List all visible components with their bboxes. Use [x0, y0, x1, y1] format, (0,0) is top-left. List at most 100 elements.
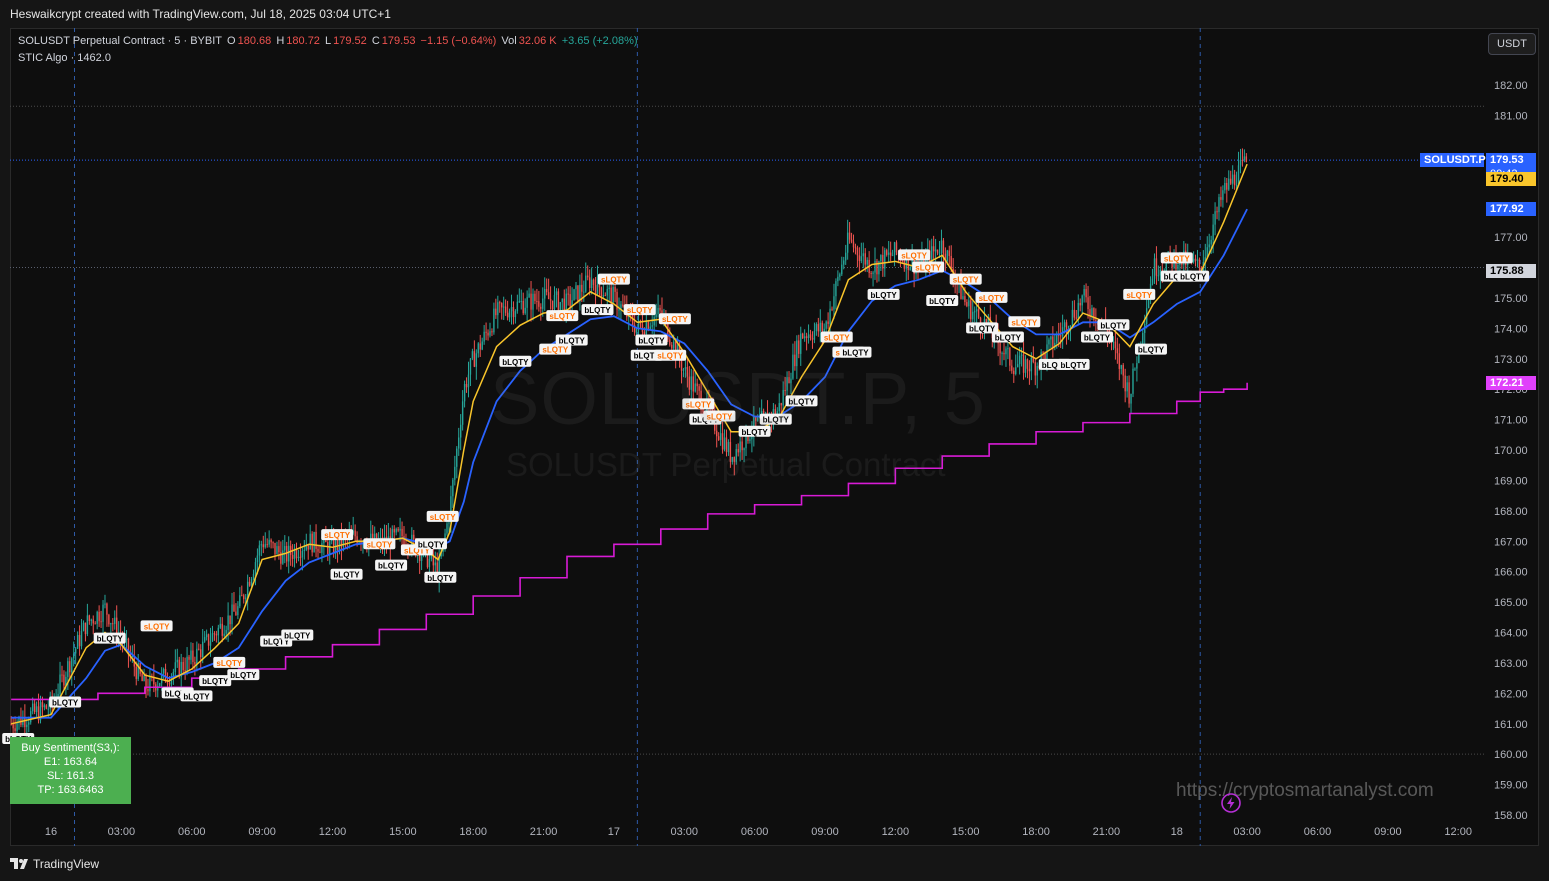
candle-body: [74, 648, 77, 654]
candle-body: [297, 556, 300, 559]
candle-body: [545, 288, 548, 293]
candle-body: [657, 307, 659, 315]
signal-label: sLQTY: [324, 531, 350, 540]
signal-label: sLQTY: [824, 333, 850, 342]
candle-body: [942, 240, 945, 254]
candle-body: [1030, 357, 1033, 372]
signal-label: bLQTY: [378, 562, 405, 571]
candle-body: [669, 339, 671, 345]
sell-signal: sLQTY: [363, 538, 396, 550]
candle-body: [289, 545, 292, 555]
candle-body: [1218, 197, 1220, 213]
x-tick-label: 21:00: [530, 826, 558, 838]
candle-body: [1134, 368, 1136, 370]
candle-body: [536, 301, 538, 303]
candle-body: [61, 674, 63, 676]
candle-body: [1020, 354, 1023, 356]
candle-body: [600, 287, 603, 297]
y-tick-label: 161.00: [1494, 719, 1528, 731]
candle-body: [837, 276, 839, 282]
y-tick-label: 173.00: [1494, 354, 1528, 366]
signal-label: bLQTY: [1138, 346, 1165, 355]
signal-label: bLQTY: [183, 692, 210, 701]
candle-body: [854, 247, 857, 249]
candle-body: [1157, 275, 1160, 277]
x-tick-label: 12:00: [1444, 826, 1472, 838]
candle-body: [798, 340, 800, 354]
signal-label: sLQTY: [144, 622, 170, 631]
candle-body: [622, 304, 624, 307]
candle-body: [233, 604, 235, 612]
lightning-icon[interactable]: [1219, 791, 1243, 815]
candle-body: [456, 448, 458, 467]
candle-body: [59, 674, 61, 694]
candle-body: [69, 661, 71, 673]
fast-ma-line: [11, 163, 1248, 725]
sell-signal: sLQTY: [658, 313, 691, 325]
sentiment-e1: E1: 163.64: [43, 756, 98, 768]
candle-body: [317, 548, 319, 552]
sentiment-tp: TP: 163.6463: [37, 784, 104, 796]
candle-body: [112, 623, 114, 625]
candle-body: [92, 619, 94, 624]
candle-body: [1011, 365, 1013, 371]
candle-body: [203, 637, 206, 642]
legend-symbol[interactable]: SOLUSDT Perpetual Contract · 5 · BYBIT: [18, 35, 222, 47]
candle-body: [264, 544, 266, 548]
candle-body: [1239, 159, 1242, 166]
sell-signal: sLQTY: [1123, 288, 1156, 300]
candle-body: [223, 633, 225, 636]
candle-body: [200, 649, 202, 658]
buy-signal: bLQTY: [414, 538, 447, 550]
candle-body: [1198, 259, 1201, 268]
candle-body: [309, 533, 311, 550]
candle-body: [618, 309, 620, 311]
candle-body: [141, 673, 143, 681]
buy-signal: bLQTY: [49, 696, 82, 708]
candle-body: [413, 534, 415, 540]
legend-low: 179.52: [333, 35, 367, 47]
y-tick-label: 164.00: [1494, 628, 1528, 640]
site-watermark: https://cryptosmartanalyst.com: [1176, 780, 1434, 801]
candle-body: [403, 536, 405, 545]
candle-body: [1085, 289, 1087, 298]
candle-body: [659, 307, 661, 311]
candle-body: [1142, 332, 1144, 344]
candle-body: [588, 277, 591, 289]
indicator-legend[interactable]: STIC Algo · 1462.0: [18, 52, 111, 64]
candle-body: [1130, 393, 1132, 404]
candle-body: [182, 661, 184, 671]
candle-body: [946, 250, 949, 261]
candle-body: [336, 539, 339, 551]
price-label: 179.40: [1486, 172, 1536, 187]
candle-body: [207, 634, 210, 646]
candle-body: [186, 656, 188, 672]
sell-signal: sLQTY: [426, 510, 459, 522]
candle-body: [502, 306, 505, 308]
candle-body: [893, 242, 896, 256]
candle-body: [1237, 165, 1240, 185]
candle-body: [938, 252, 941, 254]
candle-body: [110, 623, 112, 625]
candle-body: [813, 331, 816, 340]
candle-body: [1136, 363, 1138, 369]
line-layer: [11, 163, 1248, 725]
candle-body: [815, 324, 818, 332]
legend-vol-label: Vol: [501, 35, 517, 47]
candle-body: [903, 260, 906, 269]
candle-body: [67, 661, 69, 677]
candle-body: [166, 682, 169, 684]
candle-body: [839, 274, 841, 277]
candle-body: [573, 289, 575, 301]
signal-label: sLQTY: [1164, 254, 1190, 263]
candle-body: [909, 267, 911, 270]
sell-signal: sLQTY: [140, 620, 173, 632]
candle-body: [354, 530, 356, 537]
candle-body: [809, 334, 812, 338]
candle-body: [1024, 359, 1027, 373]
candle-body: [829, 308, 831, 324]
tradingview-logo[interactable]: TradingView: [10, 857, 99, 871]
currency-button[interactable]: USDT: [1488, 33, 1536, 55]
candle-body: [493, 308, 495, 333]
candle-body: [477, 343, 479, 354]
